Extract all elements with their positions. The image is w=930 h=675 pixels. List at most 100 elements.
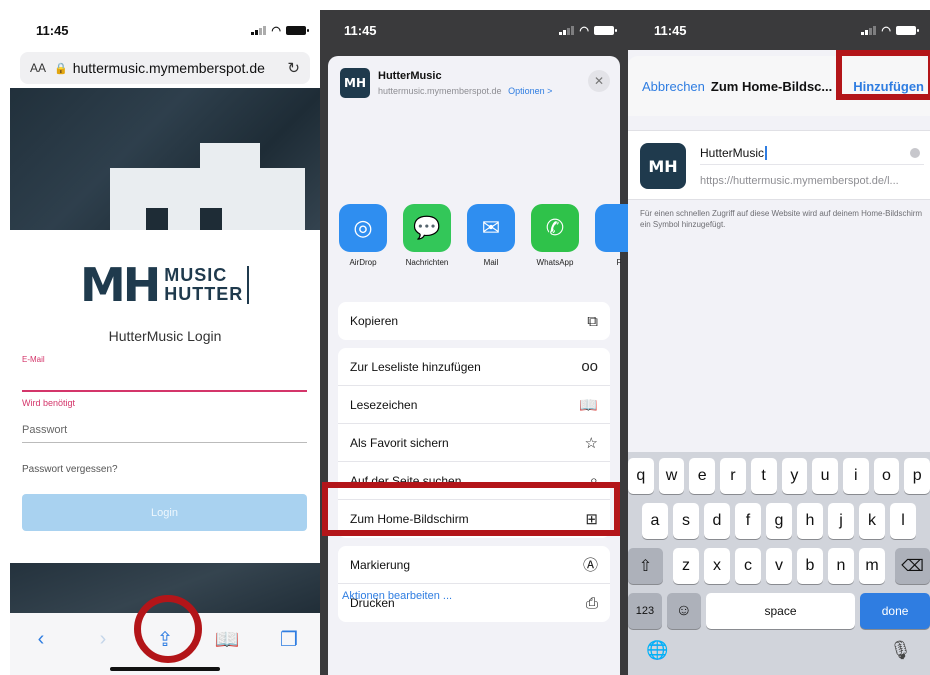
email-label: E-Mail [22, 355, 45, 364]
copy-icon: ⧉ [587, 312, 598, 330]
edit-actions-link[interactable]: Aktionen bearbeiten ... [342, 590, 452, 602]
bookmarks-icon[interactable]: 📖 [207, 627, 247, 652]
key-u[interactable]: u [812, 458, 838, 494]
key-f[interactable]: f [735, 503, 761, 539]
backspace-key[interactable]: ⌫ [895, 548, 930, 584]
status-time: 11:45 [36, 22, 69, 38]
back-icon[interactable]: ‹ [21, 628, 61, 651]
globe-icon[interactable]: 🌐 [646, 640, 668, 661]
keyboard-row-3: ⇧ zxcvbnm ⌫ [628, 548, 930, 584]
battery-icon [896, 25, 919, 35]
tabs-icon[interactable]: ❐ [269, 627, 309, 652]
shift-key[interactable]: ⇧ [628, 548, 663, 584]
action-label: Kopieren [350, 314, 399, 328]
space-key[interactable]: space [705, 593, 856, 629]
site-icon: MH [340, 68, 370, 98]
reload-icon[interactable]: ↻ [287, 59, 300, 77]
name-input[interactable]: HutterMusic [700, 141, 924, 165]
add-to-home-screen: 11:45 ◠ Abbrechen Zum Home-Bildsc... Hin… [628, 10, 930, 675]
signal-icon [861, 25, 877, 35]
action-item[interactable]: Kopieren ⧉ [338, 302, 610, 340]
share-app-0[interactable]: ◎ AirDrop [338, 204, 388, 267]
key-t[interactable]: t [750, 458, 777, 494]
action-item[interactable]: Zur Leseliste hinzufügen oo [338, 348, 610, 386]
forgot-password-link[interactable]: Passwort vergessen? [22, 464, 118, 475]
share-app-3[interactable]: ✆ WhatsApp [530, 204, 580, 267]
share-app-2[interactable]: ✉ Mail [466, 204, 516, 267]
share-highlight-circle [134, 595, 202, 663]
key-r[interactable]: r [720, 458, 746, 494]
options-link[interactable]: Optionen > [508, 86, 552, 96]
action-group-1: Kopieren ⧉ [338, 302, 610, 340]
address-bar[interactable]: AA 🔒 huttermusic.mymemberspot.de ↻ [20, 52, 310, 84]
share-app-4[interactable]: F [594, 204, 628, 267]
key-x[interactable]: x [704, 548, 730, 584]
share-app-1[interactable]: 💬 Nachrichten [402, 204, 452, 267]
done-key[interactable]: done [860, 593, 930, 629]
key-j[interactable]: j [828, 503, 854, 539]
forward-icon[interactable]: › [83, 628, 123, 651]
name-value: HutterMusic [700, 145, 765, 160]
cancel-button[interactable]: Abbrechen [642, 79, 705, 94]
key-a[interactable]: a [642, 503, 668, 539]
book-icon: 📖 [579, 396, 598, 414]
key-g[interactable]: g [766, 503, 792, 539]
numbers-key[interactable]: 123 [628, 593, 662, 629]
key-l[interactable]: l [890, 503, 916, 539]
star-icon: ☆ [584, 434, 598, 452]
key-c[interactable]: c [735, 548, 761, 584]
key-k[interactable]: k [859, 503, 885, 539]
email-field[interactable] [22, 390, 307, 392]
site-title: HutterMusic [378, 70, 442, 82]
key-d[interactable]: d [704, 503, 730, 539]
status-time: 11:45 [344, 22, 377, 38]
whatsapp-icon: ✆ [531, 204, 579, 252]
url-field[interactable]: 🔒 huttermusic.mymemberspot.de [54, 60, 279, 76]
key-e[interactable]: e [689, 458, 716, 494]
microphone-icon[interactable]: 🎙 [889, 640, 912, 661]
text-size-button[interactable]: AA [30, 61, 46, 75]
add-button-highlight-box [836, 50, 930, 100]
action-item[interactable]: Lesezeichen 📖 [338, 386, 610, 424]
logo-mark: MH [80, 258, 161, 312]
key-i[interactable]: i [842, 458, 869, 494]
logo-line-1: MUSIC [164, 265, 228, 285]
key-m[interactable]: m [859, 548, 885, 584]
battery-icon [594, 25, 617, 35]
glasses-icon: oo [581, 358, 598, 375]
key-h[interactable]: h [797, 503, 823, 539]
action-label: Markierung [350, 557, 411, 572]
key-v[interactable]: v [766, 548, 792, 584]
action-label: Als Favorit sichern [350, 435, 449, 450]
emoji-key[interactable]: ☺ [666, 593, 701, 629]
messages-icon: 💬 [403, 204, 451, 252]
key-w[interactable]: w [658, 458, 685, 494]
battery-icon [286, 25, 309, 35]
description-text: Für einen schnellen Zugriff auf diese We… [640, 209, 923, 229]
key-b[interactable]: b [797, 548, 823, 584]
password-field[interactable]: Passwort [22, 424, 67, 436]
bookmark-form: MH HutterMusic https://huttermusic.mymem… [628, 130, 930, 200]
key-z[interactable]: z [673, 548, 699, 584]
status-bar: 11:45 ◠ [320, 10, 628, 50]
share-sheet-screen: 11:45 ◠ MH HutterMusic huttermusic.mymem… [320, 10, 628, 675]
wifi-icon: ◠ [881, 24, 891, 37]
nav-title: Zum Home-Bildsc... [710, 78, 833, 94]
url-text: huttermusic.mymemberspot.de [72, 60, 265, 76]
key-q[interactable]: q [628, 458, 654, 494]
login-button[interactable]: Login [22, 494, 307, 531]
key-p[interactable]: p [904, 458, 930, 494]
close-icon[interactable]: ✕ [588, 70, 610, 92]
action-item[interactable]: Als Favorit sichern ☆ [338, 424, 610, 462]
key-s[interactable]: s [673, 503, 699, 539]
key-y[interactable]: y [781, 458, 808, 494]
clear-icon[interactable] [910, 147, 920, 158]
share-app-label: WhatsApp [536, 258, 574, 267]
signal-icon [251, 25, 267, 35]
action-label: Zur Leseliste hinzufügen [350, 359, 481, 374]
lock-icon: 🔒 [54, 62, 68, 75]
home-icon-preview: MH [640, 143, 686, 189]
action-item[interactable]: Markierung Ⓐ [338, 546, 610, 584]
key-o[interactable]: o [873, 458, 900, 494]
key-n[interactable]: n [828, 548, 854, 584]
